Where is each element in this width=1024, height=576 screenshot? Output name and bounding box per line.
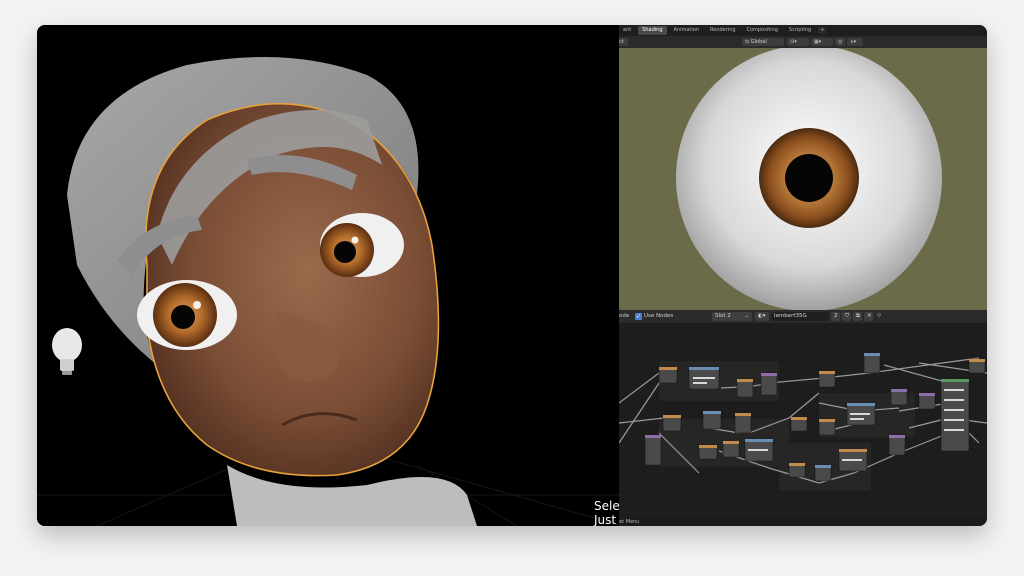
material-browse-button[interactable]: ◐▾	[755, 312, 769, 321]
editor-mode-label[interactable]: ode	[619, 312, 629, 321]
character-render	[37, 57, 619, 526]
material-preview-viewport[interactable]	[619, 48, 987, 310]
app-window: Sele Just ant Shading Animation Renderin…	[37, 25, 987, 526]
material-name-field[interactable]: lambert35G	[771, 312, 829, 321]
3d-viewport[interactable]: Sele Just	[37, 25, 619, 526]
preview-header: ct ⇆ Global ⊙▾ ▦▾ ◎ ∧▾	[619, 36, 987, 48]
duplicate-material-icon[interactable]: ⧉	[853, 312, 862, 321]
transform-orientation-dropdown[interactable]: ⇆ Global	[742, 38, 784, 46]
tab-rendering[interactable]: Rendering	[706, 26, 740, 35]
shader-node-editor[interactable]	[619, 323, 987, 518]
add-workspace-button[interactable]: +	[818, 27, 827, 34]
tab-animation[interactable]: Animation	[670, 26, 704, 35]
falloff-icon: ∧▾	[850, 39, 857, 45]
node-editor-header: ode ✓ Use Nodes Slot 2 ⌄ ◐▾ lambert35G 2 …	[619, 310, 987, 323]
material-sphere-icon: ◐▾	[758, 313, 766, 319]
overlay-text-line1: Sele	[594, 499, 619, 513]
snap-icon: ▦▾	[814, 39, 822, 45]
eyeball-preview	[676, 48, 942, 310]
pin-icon[interactable]: ⚲	[877, 312, 881, 321]
unlink-material-icon[interactable]: ✕	[864, 312, 873, 321]
dropdown-chevron-icon: ⌄	[744, 313, 749, 319]
snap-dropdown[interactable]: ▦▾	[811, 38, 833, 46]
slot-dropdown[interactable]: Slot 2 ⌄	[712, 312, 752, 321]
fake-user-shield-icon[interactable]: ⛉	[842, 312, 851, 321]
user-count-badge[interactable]: 2	[831, 312, 840, 321]
right-pupil	[334, 241, 356, 263]
tab-layout[interactable]: ant	[619, 26, 635, 35]
falloff-dropdown[interactable]: ∧▾	[847, 38, 863, 46]
tab-shading[interactable]: Shading	[638, 26, 667, 35]
pivot-dropdown[interactable]: ⊙▾	[787, 38, 809, 46]
workspace-tab-bar: ant Shading Animation Rendering Composit…	[619, 25, 987, 36]
mode-tag[interactable]: ct	[619, 38, 628, 46]
tab-scripting[interactable]: Scripting	[785, 26, 815, 35]
status-text: et Menu	[619, 519, 640, 525]
overlay-text-line2: Just	[594, 513, 617, 526]
node-graph	[619, 352, 987, 491]
light-bulb-icon[interactable]	[52, 328, 82, 375]
status-bar: et Menu	[619, 518, 987, 526]
pivot-icon: ⊙▾	[790, 39, 797, 45]
left-pupil	[171, 305, 195, 329]
proportional-edit-toggle[interactable]: ◎	[835, 38, 845, 46]
preview-pupil	[785, 154, 833, 202]
tab-compositing[interactable]: Compositing	[743, 26, 782, 35]
use-nodes-checkbox[interactable]: ✓	[635, 313, 642, 320]
right-editor-panel: ant Shading Animation Rendering Composit…	[619, 25, 987, 526]
proportional-icon: ◎	[838, 39, 843, 45]
use-nodes-label: Use Nodes	[644, 313, 674, 319]
